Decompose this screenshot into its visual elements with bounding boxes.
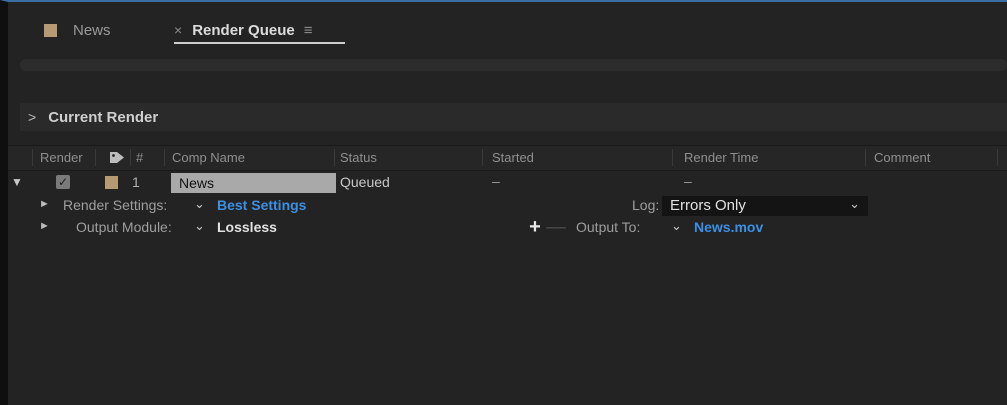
column-divider[interactable] xyxy=(865,149,866,166)
comp-color-swatch xyxy=(44,23,57,37)
column-divider[interactable] xyxy=(95,149,96,166)
add-output-module-button[interactable]: + xyxy=(525,217,545,238)
column-divider[interactable] xyxy=(334,149,335,166)
render-settings-label: Render Settings: xyxy=(63,197,168,213)
chevron-down-icon[interactable]: ⌄ xyxy=(194,218,205,234)
render-settings-row: ► Render Settings: ⌄ Best Settings Log: … xyxy=(8,196,1007,216)
output-module-link[interactable]: Lossless xyxy=(217,219,277,235)
log-select[interactable]: Errors Only ⌄ xyxy=(662,196,868,216)
chevron-right-icon[interactable]: > xyxy=(28,109,36,125)
queue-item-number: 1 xyxy=(132,174,140,190)
column-divider[interactable] xyxy=(672,149,673,166)
chevron-down-icon[interactable]: ⌄ xyxy=(194,196,205,212)
expand-triangle-icon[interactable]: ▼ xyxy=(11,175,23,189)
render-queue-panel: News × Render Queue ≡ > Current Render R… xyxy=(0,0,1007,405)
active-tab-indicator xyxy=(174,42,345,44)
render-settings-link[interactable]: Best Settings xyxy=(217,197,306,213)
header-status[interactable]: Status xyxy=(340,150,377,165)
close-icon[interactable]: × xyxy=(174,22,182,38)
render-checkbox[interactable]: ✓ xyxy=(56,175,70,189)
render-progress-bar xyxy=(20,59,1007,71)
expand-arrow-icon[interactable]: ► xyxy=(39,198,50,210)
tab-news[interactable]: News xyxy=(44,18,111,42)
header-number[interactable]: # xyxy=(136,150,143,165)
tab-bar: News × Render Queue ≡ xyxy=(8,2,1007,48)
column-divider[interactable] xyxy=(32,149,33,166)
output-to-link[interactable]: News.mov xyxy=(694,219,763,235)
header-comp-name[interactable]: Comp Name xyxy=(172,150,245,165)
log-label: Log: xyxy=(632,197,660,213)
column-headers: Render # Comp Name Status Started Render… xyxy=(8,145,1007,171)
tab-news-label: News xyxy=(73,21,111,39)
comp-name-cell[interactable]: News xyxy=(171,173,336,193)
log-value: Errors Only xyxy=(670,197,746,214)
render-time-text: – xyxy=(684,173,692,189)
panel-menu-icon[interactable]: ≡ xyxy=(304,22,313,39)
started-text: – xyxy=(492,173,500,189)
header-comment[interactable]: Comment xyxy=(874,150,930,165)
header-started[interactable]: Started xyxy=(492,150,534,165)
column-divider[interactable] xyxy=(130,149,131,166)
tab-render-queue[interactable]: × Render Queue ≡ xyxy=(174,18,312,42)
render-queue-item[interactable]: ▼ ✓ 1 News Queued – – xyxy=(8,173,1007,193)
column-divider[interactable] xyxy=(164,149,165,166)
chevron-down-icon[interactable]: ⌄ xyxy=(671,218,682,234)
expand-arrow-icon[interactable]: ► xyxy=(39,220,50,232)
remove-output-module-button[interactable]: — xyxy=(546,217,566,238)
output-module-label: Output Module: xyxy=(76,219,172,235)
comp-label-color[interactable] xyxy=(105,176,118,189)
output-to-label: Output To: xyxy=(576,219,641,235)
column-divider[interactable] xyxy=(997,149,998,166)
chevron-down-icon: ⌄ xyxy=(849,196,860,211)
header-render[interactable]: Render xyxy=(40,150,83,165)
header-render-time[interactable]: Render Time xyxy=(684,150,758,165)
current-render-label: Current Render xyxy=(48,108,159,126)
output-module-row: ► Output Module: ⌄ Lossless + — Output T… xyxy=(8,217,1007,238)
status-text: Queued xyxy=(340,174,390,190)
tab-render-queue-label: Render Queue xyxy=(192,21,295,39)
label-tag-icon[interactable] xyxy=(110,151,125,164)
column-divider[interactable] xyxy=(482,149,483,166)
current-render-section[interactable]: > Current Render xyxy=(20,103,1007,131)
